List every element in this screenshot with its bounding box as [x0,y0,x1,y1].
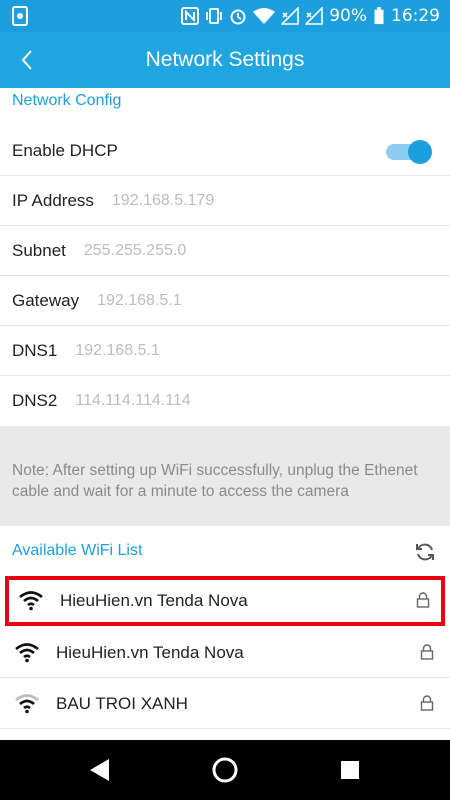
signal-icon [281,7,300,25]
subnet-input[interactable]: 255.255.255.0 [84,242,186,260]
wifi-signal-icon [15,643,39,663]
gateway-row[interactable]: Gateway 192.168.5.1 [0,276,450,326]
wifi-item[interactable]: HieuHien.vn Tenda Nova [0,628,450,678]
battery-icon [374,7,384,25]
dns1-input[interactable]: 192.168.5.1 [75,342,160,360]
page-title: Network Settings [145,48,305,71]
dns2-input[interactable]: 114.114.114.114 [75,392,190,410]
wifi-list-label: Available WiFi List [12,542,143,559]
gateway-label: Gateway [12,290,80,310]
wifi-signal-icon [15,694,39,714]
dns2-row[interactable]: DNS2 114.114.114.114 [0,376,450,426]
dns1-row[interactable]: DNS1 192.168.5.1 [0,326,450,376]
home-nav-icon[interactable] [210,755,240,785]
lock-icon [420,644,434,660]
dns1-label: DNS1 [12,340,58,360]
dns2-label: DNS2 [12,391,58,410]
subnet-row[interactable]: Subnet 255.255.255.0 [0,226,450,276]
gateway-input[interactable]: 192.168.5.1 [97,292,182,310]
navigation-bar [0,740,450,800]
ip-address-row[interactable]: IP Address 192.168.5.179 [0,176,450,226]
wifi-signal-icon [19,591,43,611]
app-bar: Network Settings [0,32,450,88]
clock: 16:29 [391,6,440,26]
wifi-item[interactable]: BAU TROI XANH [0,679,450,729]
usb-debug-icon [12,6,28,26]
wifi-name: HieuHien.vn Tenda Nova [56,642,244,662]
wifi-name: BAU TROI XANH [56,693,188,713]
refresh-icon[interactable] [414,541,436,563]
setup-note: Note: After setting up WiFi successfully… [0,426,450,526]
subnet-label: Subnet [12,240,66,260]
ip-address-label: IP Address [12,190,94,210]
wifi-icon [253,8,276,24]
nfc-icon [181,7,200,25]
alarm-icon [230,9,246,25]
wifi-name: HieuHien.vn Tenda Nova [60,591,248,610]
lock-icon [420,695,434,711]
back-nav-icon[interactable] [85,755,115,785]
network-config-label: Network Config [12,92,122,109]
recents-nav-icon[interactable] [335,755,365,785]
lock-icon [416,592,430,608]
battery-percent: 90% [329,6,367,26]
signal-icon [305,7,324,25]
ip-address-input[interactable]: 192.168.5.179 [112,192,214,210]
vibrate-icon [206,8,223,24]
dhcp-label: Enable DHCP [12,140,118,160]
status-bar: 90% 16:29 [0,0,450,32]
dhcp-row: Enable DHCP [0,126,450,176]
wifi-item-selected[interactable]: HieuHien.vn Tenda Nova [5,576,445,626]
dhcp-toggle[interactable] [384,140,432,164]
